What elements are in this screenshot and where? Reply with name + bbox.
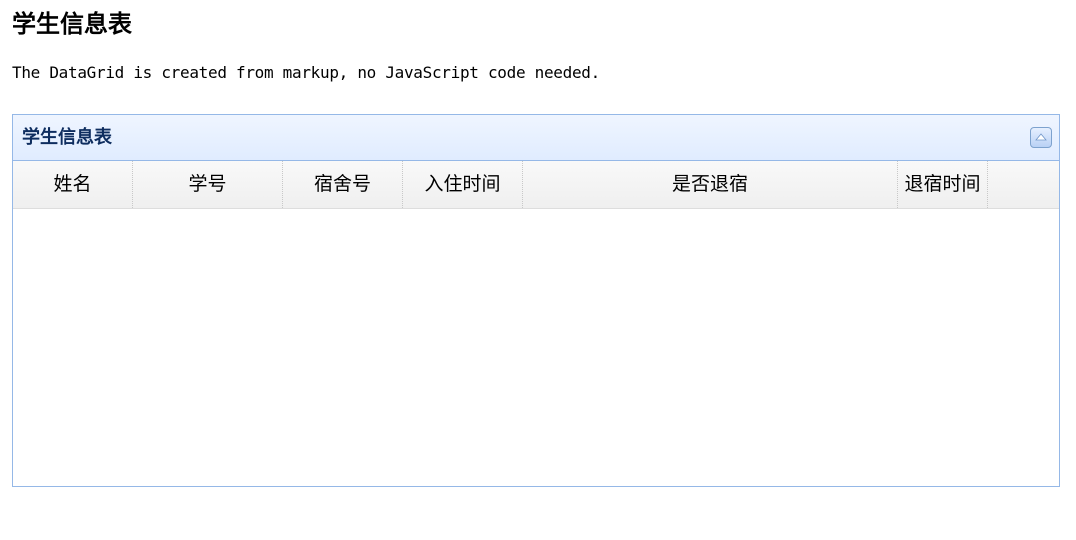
datagrid-panel: 学生信息表 姓名 学号 宿舍号 入住时间 是否退宿 退宿时间 — [12, 114, 1060, 487]
column-header-checked-out[interactable]: 是否退宿 — [523, 161, 898, 208]
column-header-dorm-number[interactable]: 宿舍号 — [283, 161, 403, 208]
column-header-checkout-time[interactable]: 退宿时间 — [898, 161, 988, 208]
collapse-up-icon — [1035, 133, 1047, 141]
page: 学生信息表 The DataGrid is created from marku… — [0, 0, 1076, 540]
column-header-checkin-time[interactable]: 入住时间 — [403, 161, 523, 208]
intro-text: The DataGrid is created from markup, no … — [12, 63, 600, 82]
page-title: 学生信息表 — [12, 10, 132, 38]
column-header-name[interactable]: 姓名 — [13, 161, 133, 208]
collapse-button[interactable] — [1030, 127, 1052, 148]
panel-title: 学生信息表 — [22, 127, 112, 148]
column-header-student-id[interactable]: 学号 — [133, 161, 283, 208]
grid-body — [13, 209, 1059, 486]
grid-header: 姓名 学号 宿舍号 入住时间 是否退宿 退宿时间 — [13, 161, 1059, 209]
panel-header: 学生信息表 — [13, 115, 1059, 161]
column-header-filler — [988, 161, 1059, 208]
